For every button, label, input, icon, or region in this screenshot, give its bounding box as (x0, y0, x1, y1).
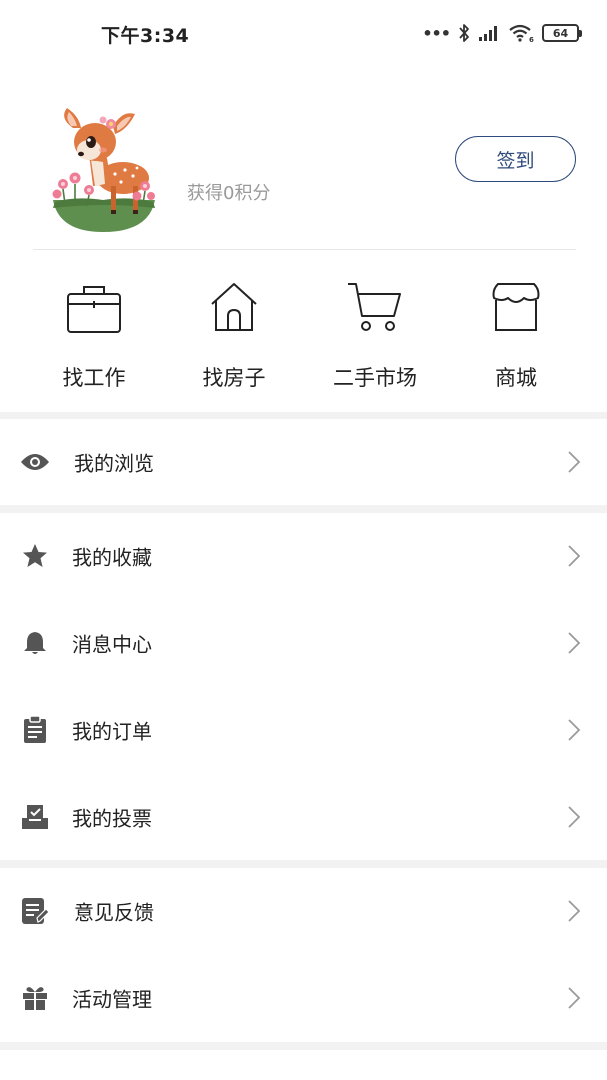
ballot-icon (20, 802, 50, 832)
menu-item-message-center[interactable]: 消息中心 (0, 600, 607, 686)
quick-action-label: 找房子 (202, 366, 266, 390)
feedback-icon (20, 896, 50, 926)
status-bar: 下午3:34 ••• 6 64 (0, 0, 607, 66)
battery-icon: 64 (542, 24, 582, 42)
menu-item-label: 活动管理 (72, 987, 152, 1012)
battery-level: 64 (552, 26, 569, 40)
quick-actions: 找工作 找房子 二手市场 商城 (0, 250, 607, 412)
menu-item-label: 消息中心 (72, 632, 152, 657)
house-icon (211, 283, 257, 331)
chevron-right-icon (568, 719, 581, 741)
deer-avatar[interactable] (45, 104, 161, 232)
menu-item-browse-history[interactable]: 我的浏览 (0, 419, 607, 505)
cart-icon (348, 283, 401, 331)
menu-item-favorites[interactable]: 我的收藏 (0, 513, 607, 599)
quick-action-mall[interactable]: 商城 (440, 250, 592, 412)
gift-icon (20, 983, 50, 1013)
bell-icon (20, 628, 50, 658)
menu-item-label: 意见反馈 (74, 900, 154, 925)
quick-action-second-hand[interactable]: 二手市场 (299, 250, 451, 412)
section-gap (0, 1042, 607, 1050)
menu-item-label: 我的收藏 (72, 545, 152, 570)
section-gap (0, 505, 607, 513)
signal-icon (479, 26, 497, 41)
eye-icon (20, 447, 50, 477)
checkin-button[interactable]: 签到 (455, 136, 576, 182)
shop-icon (492, 283, 540, 331)
quick-action-find-job[interactable]: 找工作 (18, 250, 170, 412)
menu-item-label: 我的浏览 (74, 451, 154, 476)
star-icon (20, 541, 50, 571)
status-time: 下午3:34 (101, 25, 190, 47)
clipboard-icon (20, 715, 50, 745)
wifi-icon: 6 (509, 24, 534, 43)
chevron-right-icon (568, 900, 581, 922)
chevron-right-icon (568, 632, 581, 654)
status-dots: ••• (422, 23, 451, 43)
menu-item-activity-management[interactable]: 活动管理 (0, 955, 607, 1041)
chevron-right-icon (568, 987, 581, 1009)
section-gap (0, 860, 607, 868)
points-text: 获得0积分 (187, 183, 271, 204)
bluetooth-icon (459, 24, 469, 42)
chevron-right-icon (568, 806, 581, 828)
chevron-right-icon (568, 451, 581, 473)
profile-header: 获得0积分 签到 (0, 66, 607, 250)
quick-action-label: 商城 (495, 366, 537, 390)
quick-action-label: 二手市场 (333, 366, 417, 390)
section-gap (0, 412, 607, 419)
quick-action-label: 找工作 (62, 366, 126, 390)
status-icons: ••• 6 64 (422, 20, 582, 46)
menu-item-label: 我的投票 (72, 806, 152, 831)
menu-item-feedback[interactable]: 意见反馈 (0, 868, 607, 954)
menu-item-votes[interactable]: 我的投票 (0, 774, 607, 860)
quick-action-find-house[interactable]: 找房子 (158, 250, 310, 412)
chevron-right-icon (568, 545, 581, 567)
menu-item-orders[interactable]: 我的订单 (0, 687, 607, 773)
svg-text:6: 6 (529, 36, 534, 43)
briefcase-icon (67, 286, 121, 333)
menu-item-label: 我的订单 (72, 719, 152, 744)
